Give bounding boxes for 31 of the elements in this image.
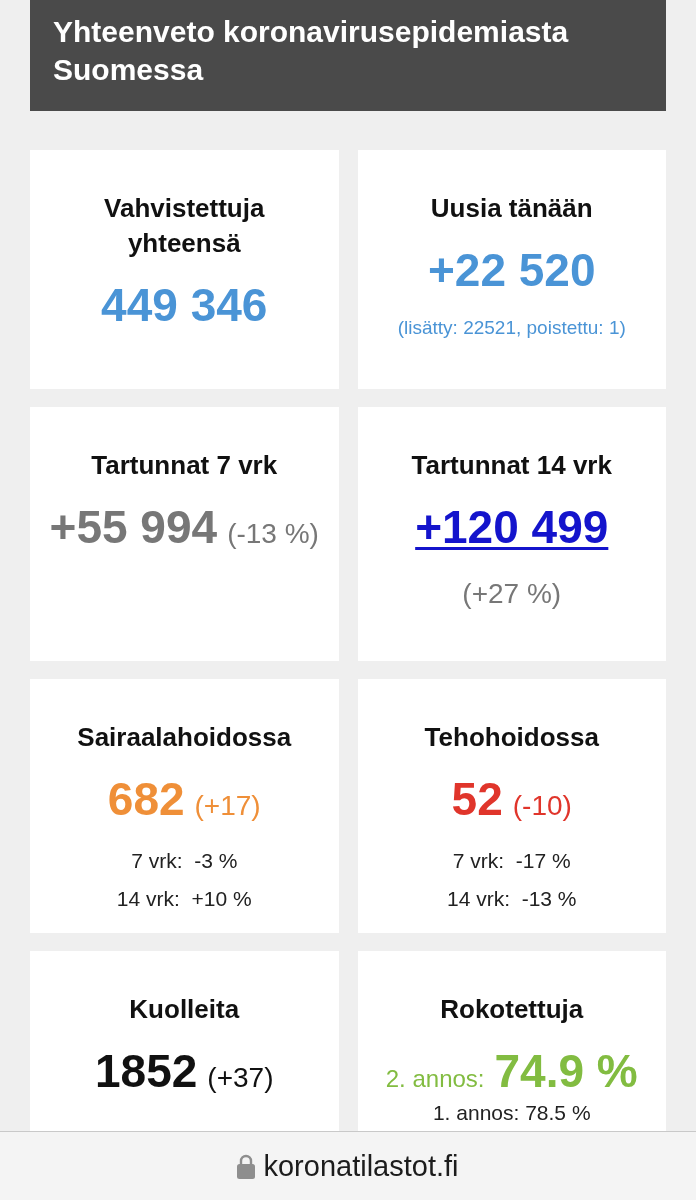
card-title: Kuolleita: [129, 993, 240, 1026]
stat-value: 74.9 %: [494, 1044, 638, 1098]
trend-text: 7 vrk: -17 %: [452, 848, 571, 874]
change-text: (-10): [512, 789, 572, 823]
stat-link[interactable]: +120 499: [415, 500, 609, 554]
card-title: Sairaalahoidossa: [77, 721, 292, 754]
note-text: (+27 %): [462, 577, 562, 611]
stat-value: +22 520: [427, 243, 596, 297]
card-title: Tartunnat 7 vrk: [91, 449, 278, 482]
note-text: (lisätty: 22521, poistettu: 1): [397, 316, 626, 340]
change-text: (+37): [207, 1061, 274, 1095]
card-title: Tartunnat 14 vrk: [411, 449, 612, 482]
stat-value: +55 994: [49, 500, 218, 554]
lock-icon: [237, 1153, 256, 1179]
url-text[interactable]: koronatilastot.fi: [263, 1148, 459, 1184]
card-title: Tehohoidossa: [424, 721, 599, 754]
page-title: Yhteenveto koronavirusepidemiasta Suomessa: [30, 0, 666, 111]
trend-text: 14 vrk: +10 %: [116, 886, 252, 912]
change-text: (+17): [194, 789, 261, 823]
dose-label: 2. annos:: [385, 1064, 485, 1094]
card-title: Vahvistettuja yhteensä: [103, 192, 266, 260]
trend-text: 1. annos: 78.5 %: [432, 1100, 591, 1126]
change-text: (-13 %): [227, 517, 319, 551]
stat-value: 52: [451, 772, 503, 826]
stat-value: 682: [107, 772, 185, 826]
stat-value: 449 346: [101, 278, 268, 332]
card-title: Rokotettuja: [440, 993, 584, 1026]
trend-text: 7 vrk: -3 %: [131, 848, 238, 874]
card-title: Uusia tänään: [430, 192, 593, 225]
trend-text: 14 vrk: -13 %: [446, 886, 577, 912]
stat-value: 1852: [95, 1044, 198, 1098]
